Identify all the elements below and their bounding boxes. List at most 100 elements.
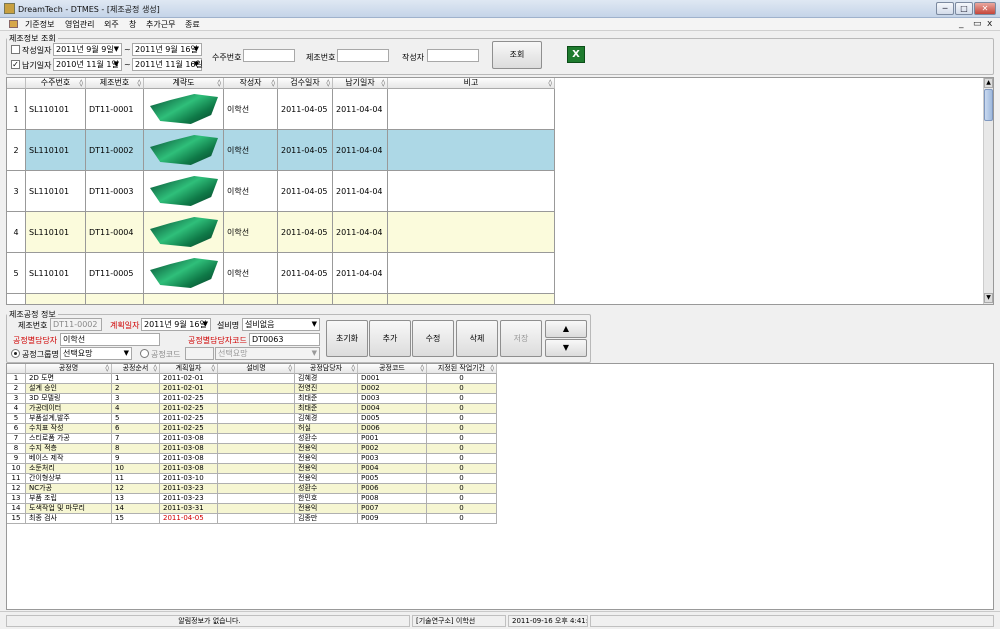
mdi-close-button[interactable]: x [987, 19, 992, 29]
cell-name: 설계 승인 [26, 384, 112, 394]
pi-code-radio[interactable] [140, 349, 149, 358]
pi-code-input[interactable] [185, 347, 214, 360]
due-date-checkbox[interactable]: ✓ [11, 60, 20, 69]
write-date-from[interactable]: 2011년 9월 9일 ▼ [53, 43, 122, 56]
table-row[interactable]: 15 최종 검사 15 2011-04-05 김종만 P009 0 [7, 514, 497, 524]
menu-window[interactable]: 창 [129, 19, 136, 30]
edit-button[interactable]: 수정 [412, 320, 454, 357]
row-number: 2 [7, 384, 26, 394]
mdi-restore-button[interactable]: ▭ [973, 19, 982, 29]
table-row[interactable]: 9 베이스 제작 9 2011-03-08 전용익 P003 0 [7, 454, 497, 464]
pi-manager-code-label: 공정별담당자코드 [188, 336, 247, 345]
search-button[interactable]: 조회 [492, 41, 542, 69]
table-row[interactable]: 5 부품설계,발주 5 2011-02-25 김혜경 D005 0 [7, 414, 497, 424]
menu-sales[interactable]: 영업관리 [65, 19, 94, 30]
excel-icon[interactable]: X [567, 46, 585, 63]
table-row[interactable]: 1 SL110101 DT11-0001 이학선 2011-04-05 2011-04-0… [7, 89, 555, 130]
move-down-button[interactable]: ▼ [545, 339, 587, 357]
cell-equip [218, 474, 295, 484]
scroll-up-icon[interactable]: ▲ [984, 78, 993, 88]
due-date-from[interactable]: 2010년 11월 1일 ▼ [53, 58, 122, 71]
reset-button[interactable]: 초기화 [326, 320, 368, 357]
scroll-thumb[interactable] [984, 89, 993, 121]
cell-name: NC가공 [26, 484, 112, 494]
grid2-col-name[interactable]: 공정명 ◊ [26, 364, 112, 374]
table-row[interactable] [7, 294, 555, 304]
pi-plan-date-picker[interactable]: 2011년 9월 16일 ▼ [141, 318, 211, 331]
grid1-col-note[interactable]: 비고 ◊ [388, 78, 555, 89]
grid2-col-code[interactable]: 공정코드 ◊ [358, 364, 427, 374]
grid1-scrollbar[interactable]: ▲ ▼ [983, 78, 993, 304]
table-row[interactable]: 3 3D 모델링 3 2011-02-25 최태준 D003 0 [7, 394, 497, 404]
table-row[interactable]: 7 스티로폼 가공 7 2011-03-08 성환수 P001 0 [7, 434, 497, 444]
table-row[interactable]: 2 설계 승인 2 2011-02-01 전영진 D002 0 [7, 384, 497, 394]
writer-input[interactable] [427, 49, 479, 62]
cell [224, 294, 278, 304]
maximize-button[interactable]: □ [955, 2, 973, 15]
sort-icon: ◊ [381, 79, 385, 87]
table-row[interactable]: 8 수지 적층 8 2011-03-08 전용익 P002 0 [7, 444, 497, 454]
write-date-checkbox[interactable] [11, 45, 20, 54]
grid1-col-sketch[interactable]: 계략도 ◊ [144, 78, 224, 89]
menu-outsourcing[interactable]: 외주 [104, 19, 119, 30]
status-empty [590, 615, 994, 627]
move-up-button[interactable]: ▲ [545, 320, 587, 338]
add-button[interactable]: 추가 [369, 320, 411, 357]
save-button[interactable]: 저장 [500, 320, 542, 357]
pi-code-select[interactable]: 선택요망 ▼ [215, 347, 320, 360]
table-row[interactable]: 11 간이형상부 11 2011-03-10 전용익 P005 0 [7, 474, 497, 484]
cell-check: 2011-04-05 [278, 171, 333, 212]
cell-plan: 2011-02-25 [160, 394, 218, 404]
table-row[interactable]: 13 부품 조립 13 2011-03-23 한민호 P008 0 [7, 494, 497, 504]
pi-equipment-select[interactable]: 설비없음 ▼ [242, 318, 320, 331]
table-row[interactable]: 4 SL110101 DT11-0004 이학선 2011-04-05 2011-04-0… [7, 212, 555, 253]
table-row[interactable]: 5 SL110101 DT11-0005 이학선 2011-04-05 2011-04-0… [7, 253, 555, 294]
chevron-down-icon: ▼ [193, 60, 199, 68]
cell-due: 2011-04-04 [333, 212, 388, 253]
app-menu-icon[interactable] [9, 20, 18, 28]
table-row[interactable]: 4 가공데이터 4 2011-02-25 최태준 D004 0 [7, 404, 497, 414]
pi-manager-input[interactable]: 이학선 [60, 333, 160, 346]
grid2-col-days[interactable]: 지정된 작업기간 ◊ [427, 364, 497, 374]
pi-manager-code-input[interactable]: DT0063 [249, 333, 320, 346]
grid1-col-check-label: 검수일자 [290, 78, 320, 87]
delete-button[interactable]: 삭제 [456, 320, 498, 357]
menu-overtime[interactable]: 추가근무 [146, 19, 175, 30]
pi-mfg-no-input[interactable]: DT11-0002 [50, 318, 102, 331]
due-date-sep: ~ [124, 60, 131, 69]
cell-code: P008 [358, 494, 427, 504]
grid1-col-writer[interactable]: 작성자 ◊ [224, 78, 278, 89]
table-row[interactable]: 2 SL110101 DT11-0002 이학선 2011-04-05 2011-04-0… [7, 130, 555, 171]
cell-due: 2011-04-04 [333, 253, 388, 294]
pi-group-select[interactable]: 선택요망 ▼ [60, 347, 132, 360]
table-row[interactable]: 1 2D 도면 1 2011-02-01 김혜경 D001 0 [7, 374, 497, 384]
menu-basic-info[interactable]: 기준정보 [25, 19, 54, 30]
table-row[interactable]: 10 소둔처리 10 2011-03-08 전용익 P004 0 [7, 464, 497, 474]
cell-order: SL110101 [26, 89, 86, 130]
mfg-no-input[interactable] [337, 49, 389, 62]
scroll-down-icon[interactable]: ▼ [984, 293, 993, 303]
table-row[interactable]: 12 NC가공 12 2011-03-23 성환수 P006 0 [7, 484, 497, 494]
due-date-to[interactable]: 2011년 11월 16일 ▼ [132, 58, 203, 71]
grid1-col-mfg[interactable]: 제조번호 ◊ [86, 78, 144, 89]
cell-days: 0 [427, 374, 497, 384]
minimize-button[interactable]: ─ [936, 2, 954, 15]
pi-group-radio[interactable] [11, 349, 20, 358]
close-button[interactable]: ✕ [974, 2, 996, 15]
table-row[interactable]: 3 SL110101 DT11-0003 이학선 2011-04-05 2011-04-0… [7, 171, 555, 212]
table-row[interactable]: 14 도색작업 및 마무리 14 2011-03-31 전용익 P007 0 [7, 504, 497, 514]
order-no-input[interactable] [243, 49, 295, 62]
write-date-to[interactable]: 2011년 9월 16일 ▼ [132, 43, 202, 56]
grid1-col-order[interactable]: 수주번호 ◊ [26, 78, 86, 89]
menu-exit[interactable]: 종료 [185, 19, 200, 30]
grid1-col-due[interactable]: 납기일자 ◊ [333, 78, 388, 89]
cell-mgr: 전용익 [295, 444, 358, 454]
grid2-col-mgr[interactable]: 공정담당자 ◊ [295, 364, 358, 374]
table-row[interactable]: 6 수치표 작성 6 2011-02-25 허실 D006 0 [7, 424, 497, 434]
cell [26, 294, 86, 304]
grid1-col-check[interactable]: 검수일자 ◊ [278, 78, 333, 89]
mdi-minimize-button[interactable]: _ [959, 19, 964, 29]
grid2-col-equip[interactable]: 설비명 ◊ [218, 364, 295, 374]
grid2-col-plan[interactable]: 계획일자 ◊ [160, 364, 218, 374]
grid2-col-seq[interactable]: 공정순서 ◊ [112, 364, 160, 374]
